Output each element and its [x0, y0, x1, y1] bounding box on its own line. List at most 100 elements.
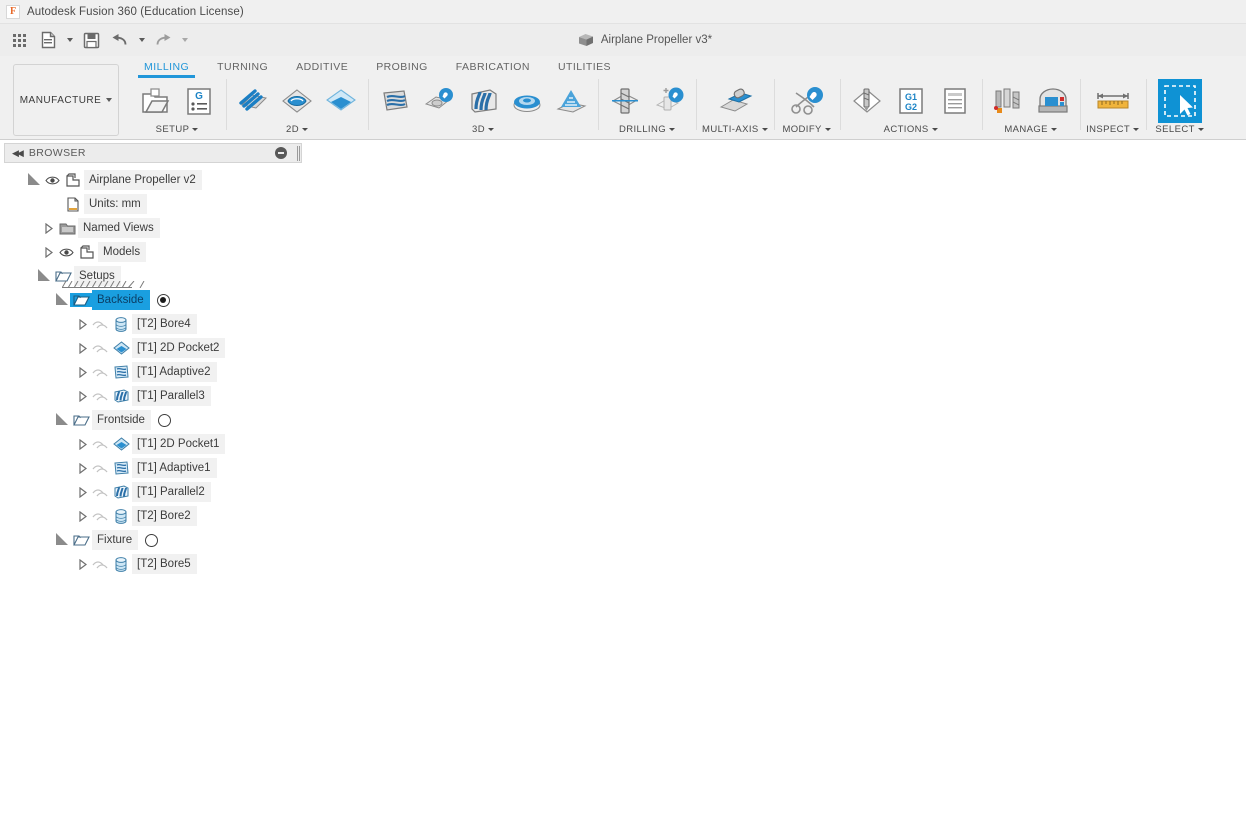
tab-turning[interactable]: TURNING: [203, 58, 282, 75]
new-setup-button[interactable]: [134, 79, 176, 123]
twisty-open-icon[interactable]: [56, 408, 70, 432]
tree-item-setup-backside[interactable]: Backside: [4, 288, 302, 312]
bore-button[interactable]: [648, 79, 690, 123]
scallop-button[interactable]: [550, 79, 592, 123]
visibility-eye-icon[interactable]: [42, 175, 62, 186]
twisty-open-icon[interactable]: [56, 288, 70, 312]
redo-dropdown[interactable]: [179, 28, 190, 52]
visibility-eye-off-icon[interactable]: [90, 511, 110, 522]
parallel-button[interactable]: [462, 79, 504, 123]
visibility-eye-off-icon[interactable]: [90, 343, 110, 354]
panel-label-3d[interactable]: 3D: [472, 122, 494, 136]
twisty-closed-icon[interactable]: [42, 216, 56, 240]
tree-item-operation-parallel2[interactable]: [T1] Parallel2: [4, 480, 302, 504]
tab-fabrication[interactable]: FABRICATION: [442, 58, 544, 75]
double-chevron-left-icon[interactable]: ◀◀: [12, 148, 24, 159]
tab-milling[interactable]: MILLING: [130, 58, 203, 78]
browser-splitter-handle[interactable]: [297, 146, 300, 161]
undo-dropdown[interactable]: [136, 28, 147, 52]
tree-item-setups[interactable]: Setups: [4, 264, 302, 288]
visibility-eye-off-icon[interactable]: [90, 391, 110, 402]
measure-button[interactable]: [1092, 79, 1134, 123]
panel-title: MANAGE: [1004, 123, 1048, 135]
face-button[interactable]: [232, 79, 274, 123]
document-tab[interactable]: Airplane Propeller v3*: [578, 33, 712, 47]
workspace-switcher-button[interactable]: MANUFACTURE: [13, 64, 119, 136]
adaptive-2d-button[interactable]: [276, 79, 318, 123]
visibility-eye-off-icon[interactable]: [90, 319, 110, 330]
tree-item-operation-adaptive1[interactable]: [T1] Adaptive1: [4, 456, 302, 480]
twisty-closed-icon[interactable]: [76, 384, 90, 408]
visibility-eye-off-icon[interactable]: [90, 439, 110, 450]
simulate-button[interactable]: [846, 79, 888, 123]
twisty-open-icon[interactable]: [28, 168, 42, 192]
visibility-eye-off-icon[interactable]: [90, 487, 110, 498]
pocket-clearing-3d-button[interactable]: [418, 79, 460, 123]
visibility-eye-icon[interactable]: [56, 247, 76, 258]
tab-utilities[interactable]: UTILITIES: [544, 58, 625, 75]
modify-button[interactable]: [786, 79, 828, 123]
panel-label-setup[interactable]: SETUP: [156, 122, 199, 136]
minus-circle-icon[interactable]: [275, 147, 287, 159]
twisty-closed-icon[interactable]: [76, 312, 90, 336]
twisty-closed-icon[interactable]: [42, 240, 56, 264]
twisty-closed-icon[interactable]: [76, 456, 90, 480]
app-grid-button[interactable]: [6, 28, 32, 52]
tree-item-operation-parallel3[interactable]: [T1] Parallel3: [4, 384, 302, 408]
tool-library-button[interactable]: [988, 79, 1030, 123]
twisty-closed-icon[interactable]: [76, 552, 90, 576]
panel-label-2d[interactable]: 2D: [286, 122, 308, 136]
tree-item-setup-frontside[interactable]: Frontside: [4, 408, 302, 432]
tree-item-units[interactable]: Units: mm: [4, 192, 302, 216]
tree-item-airplane-propeller-v2[interactable]: Airplane Propeller v2: [4, 168, 302, 192]
contour-3d-button[interactable]: [506, 79, 548, 123]
panel-label-manage[interactable]: MANAGE: [1004, 122, 1057, 136]
panel-label-actions[interactable]: ACTIONS: [884, 122, 938, 136]
drill-button[interactable]: [604, 79, 646, 123]
active-setup-radio[interactable]: [145, 533, 159, 547]
tree-item-operation-2d-pocket2[interactable]: [T1] 2D Pocket2: [4, 336, 302, 360]
adaptive-clearing-3d-button[interactable]: [374, 79, 416, 123]
panel-label-inspect[interactable]: INSPECT: [1086, 122, 1140, 136]
panel-label-modify[interactable]: MODIFY: [782, 122, 831, 136]
undo-button[interactable]: [107, 28, 133, 52]
post-process-button[interactable]: G1 G2: [890, 79, 932, 123]
new-document-button[interactable]: [35, 28, 61, 52]
visibility-eye-off-icon[interactable]: [90, 463, 110, 474]
panel-label-select[interactable]: SELECT: [1155, 122, 1204, 136]
tree-item-models[interactable]: Models: [4, 240, 302, 264]
redo-button[interactable]: [150, 28, 176, 52]
twisty-closed-icon[interactable]: [76, 336, 90, 360]
twisty-closed-icon[interactable]: [76, 360, 90, 384]
multi-axis-button[interactable]: [714, 79, 756, 123]
twisty-closed-icon[interactable]: [76, 432, 90, 456]
twisty-open-icon[interactable]: [56, 528, 70, 552]
tree-item-operation-adaptive2[interactable]: [T1] Adaptive2: [4, 360, 302, 384]
tree-item-named-views[interactable]: Named Views: [4, 216, 302, 240]
panel-label-drilling[interactable]: DRILLING: [619, 122, 676, 136]
active-setup-radio[interactable]: [156, 293, 170, 307]
pocket-2d-button[interactable]: [320, 79, 362, 123]
browser-header-controls: [275, 147, 287, 159]
save-button[interactable]: [78, 28, 104, 52]
select-button[interactable]: [1157, 79, 1202, 123]
nc-program-button[interactable]: G: [178, 79, 220, 123]
visibility-eye-off-icon[interactable]: [90, 367, 110, 378]
tab-additive[interactable]: ADDITIVE: [282, 58, 362, 75]
tree-item-operation-bore4[interactable]: [T2] Bore4: [4, 312, 302, 336]
twisty-closed-icon[interactable]: [76, 504, 90, 528]
setup-sheet-button[interactable]: [934, 79, 976, 123]
tree-item-operation-bore2[interactable]: [T2] Bore2: [4, 504, 302, 528]
setup-folder-icon: [70, 413, 92, 427]
active-setup-radio[interactable]: [157, 413, 171, 427]
twisty-closed-icon[interactable]: [76, 480, 90, 504]
twisty-open-icon[interactable]: [38, 264, 52, 288]
tree-item-operation-2d-pocket1[interactable]: [T1] 2D Pocket1: [4, 432, 302, 456]
new-document-dropdown[interactable]: [64, 28, 75, 52]
tree-item-operation-bore5[interactable]: [T2] Bore5: [4, 552, 302, 576]
visibility-eye-off-icon[interactable]: [90, 559, 110, 570]
tab-probing[interactable]: PROBING: [362, 58, 442, 75]
machine-library-button[interactable]: [1032, 79, 1074, 123]
panel-label-multi-axis[interactable]: MULTI-AXIS: [702, 122, 768, 136]
tree-item-setup-fixture[interactable]: Fixture: [4, 528, 302, 552]
